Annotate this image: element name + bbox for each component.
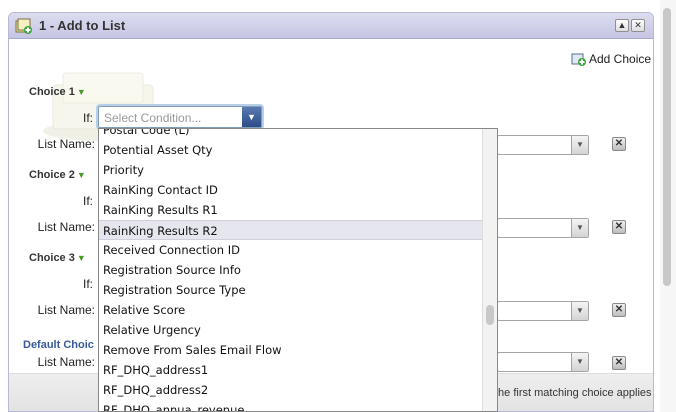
choice-1-label[interactable]: Choice 1 ▼ [29, 86, 86, 98]
dropdown-option[interactable]: Received Connection ID [99, 240, 483, 260]
dropdown-option[interactable]: Potential Asset Qty [99, 140, 483, 160]
choice-1-list-select[interactable]: ▼ [497, 135, 589, 155]
dropdown-option[interactable]: RF_DHQ_annua_revenue [99, 400, 483, 411]
chevron-down-icon: ▼ [571, 302, 588, 320]
chevron-down-icon: ▼ [571, 219, 588, 237]
minimize-button[interactable]: ▲ [615, 19, 629, 32]
dropdown-option[interactable]: RainKing Results R2 [99, 220, 483, 240]
choice-2-list-select[interactable]: ▼ [497, 218, 589, 238]
page-scrollbar[interactable] [660, 0, 676, 412]
choice-1-delete-button[interactable]: ✕ [612, 137, 626, 151]
choice-3-list-name-label: List Name: [37, 303, 95, 317]
add-choice-button[interactable]: Add Choice [571, 51, 651, 67]
dropdown-option[interactable]: Relative Score [99, 300, 483, 320]
add-choice-icon [571, 53, 586, 66]
dropdown-option[interactable]: Registration Source Type [99, 280, 483, 300]
choice-3-label-text: Choice 3 [29, 252, 75, 264]
choice-3-list-select[interactable]: ▼ [497, 301, 589, 321]
triangle-down-icon: ▼ [76, 87, 86, 97]
dropdown-scrollbar[interactable] [482, 129, 497, 411]
condition-options-list: Postal Code (L) Potential Asset Qty Priori… [99, 129, 483, 411]
dropdown-option[interactable]: RainKing Results R1 [99, 200, 483, 220]
choice-2-list-name-label: List Name: [37, 220, 95, 234]
choice-2-if-label: If: [82, 194, 93, 208]
dropdown-option[interactable]: RF_DHQ_address1 [99, 360, 483, 380]
dropdown-option[interactable]: Registration Source Info [99, 260, 483, 280]
choice-2-delete-button[interactable]: ✕ [612, 220, 626, 234]
footer-note: the first matching choice applies [495, 387, 652, 399]
dropdown-option[interactable]: Remove From Sales Email Flow [99, 340, 483, 360]
choice-2-label-text: Choice 2 [29, 169, 75, 181]
chevron-down-icon: ▼ [571, 136, 588, 154]
dropdown-option[interactable]: Priority [99, 160, 483, 180]
choice-3-delete-button[interactable]: ✕ [612, 303, 626, 317]
chevron-down-icon: ▼ [571, 353, 588, 371]
choice-1-label-text: Choice 1 [29, 86, 75, 98]
default-choice-label: Default Choic [23, 339, 94, 351]
dropdown-option[interactable]: Relative Urgency [99, 320, 483, 340]
page-scroll-thumb[interactable] [663, 8, 671, 286]
dropdown-option[interactable]: RF_DHQ_address2 [99, 380, 483, 400]
dropdown-option[interactable]: RainKing Contact ID [99, 180, 483, 200]
chevron-down-icon[interactable]: ▼ [242, 107, 261, 127]
panel-title: 1 - Add to List [39, 18, 126, 33]
panel-header: 1 - Add to List [9, 13, 653, 39]
choice-3-if-label: If: [82, 277, 93, 291]
choice-2-label[interactable]: Choice 2 ▼ [29, 169, 86, 181]
condition-select-placeholder: Select Condition... [104, 111, 202, 125]
choice-1-if-label: If: [82, 111, 93, 125]
triangle-down-icon: ▼ [76, 253, 86, 263]
dropdown-option[interactable]: Postal Code (L) [99, 129, 483, 140]
list-add-icon [15, 18, 32, 34]
default-list-name-label: List Name: [37, 355, 95, 369]
default-list-select[interactable]: ▼ [497, 352, 589, 372]
dropdown-scroll-thumb[interactable] [486, 305, 494, 325]
condition-dropdown[interactable]: Postal Code (L) Potential Asset Qty Priori… [98, 128, 498, 412]
choice-1-list-name-label: List Name: [37, 137, 95, 151]
choice-3-label[interactable]: Choice 3 ▼ [29, 252, 86, 264]
close-button[interactable]: ✕ [631, 19, 645, 32]
triangle-down-icon: ▼ [76, 170, 86, 180]
condition-select[interactable]: Select Condition... ▼ [98, 106, 262, 128]
default-delete-button[interactable]: ✕ [612, 356, 626, 370]
add-choice-label: Add Choice [589, 52, 652, 66]
